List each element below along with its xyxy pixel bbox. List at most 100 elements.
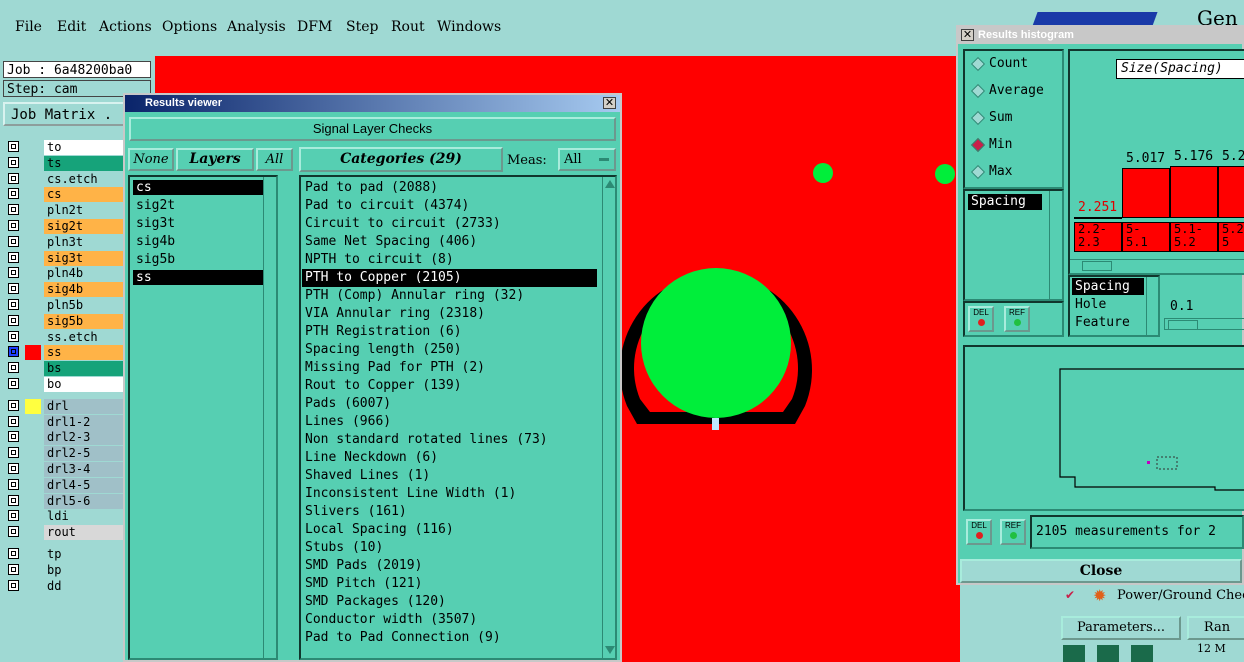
size-list-item[interactable]: Spacing	[968, 194, 1042, 210]
category-list-item[interactable]: PTH Registration (6)	[302, 323, 597, 341]
layer-row[interactable]: pln2t	[6, 203, 124, 219]
category-list-item[interactable]: VIA Annular ring (2318)	[302, 305, 597, 323]
layer-checkbox[interactable]	[8, 188, 19, 200]
category-list-item[interactable]: NPTH to circuit (8)	[302, 251, 597, 269]
layer-checkbox[interactable]	[8, 478, 19, 490]
layer-list-item[interactable]: sig3t	[133, 216, 274, 231]
menu-actions[interactable]: Actions	[99, 19, 152, 35]
category-list-item[interactable]: Pad to circuit (4374)	[302, 197, 597, 215]
category-list-item[interactable]: Missing Pad for PTH (2)	[302, 359, 597, 377]
layer-color-swatch[interactable]	[25, 298, 41, 313]
layer-row[interactable]: bs	[6, 361, 124, 377]
layer-color-swatch[interactable]	[25, 462, 41, 477]
layer-checkbox[interactable]	[8, 235, 19, 247]
category-list-item[interactable]: SMD Pitch (121)	[302, 575, 597, 593]
histogram-hscrollbar[interactable]	[1070, 259, 1244, 271]
category-list-item[interactable]: Pad to Pad Connection (9)	[302, 629, 597, 647]
layer-checkbox[interactable]	[8, 447, 19, 459]
layer-checkbox[interactable]	[8, 204, 19, 216]
layer-checkbox[interactable]	[8, 251, 19, 263]
layer-list-item[interactable]: ss	[133, 270, 274, 285]
layer-list-item[interactable]: sig5b	[133, 252, 274, 267]
category-list-item[interactable]: Stubs (10)	[302, 539, 597, 557]
layer-checkbox[interactable]	[8, 510, 19, 522]
layer-row[interactable]: to	[6, 140, 124, 155]
category-list-item[interactable]: Conductor width (3507)	[302, 611, 597, 629]
categories-scrollbar[interactable]	[602, 177, 615, 658]
category-list-item[interactable]: Same Net Spacing (406)	[302, 233, 597, 251]
layer-row[interactable]: drl5-6	[6, 493, 124, 509]
layer-checkbox[interactable]	[8, 431, 19, 443]
layer-row[interactable]: ss	[6, 345, 124, 361]
layer-color-swatch[interactable]	[25, 313, 41, 329]
radio-count[interactable]: Count	[970, 55, 1028, 73]
layer-row[interactable]: cs	[6, 187, 124, 203]
layer-row[interactable]: sig3t	[6, 250, 124, 266]
close-button[interactable]: Close	[960, 559, 1242, 583]
layer-color-swatch[interactable]	[25, 361, 41, 377]
menu-edit[interactable]: Edit	[57, 19, 86, 35]
category-list-item[interactable]: Lines (966)	[302, 413, 597, 431]
category-list-item[interactable]: Shaved Lines (1)	[302, 467, 597, 485]
layer-checkbox[interactable]	[8, 267, 19, 279]
histogram-bar[interactable]	[1218, 166, 1244, 218]
histogram-bar[interactable]	[1170, 166, 1218, 218]
layer-row[interactable]: bp	[6, 562, 124, 578]
category-list-item[interactable]: Inconsistent Line Width (1)	[302, 485, 597, 503]
layer-color-swatch[interactable]	[25, 398, 41, 414]
layer-color-swatch[interactable]	[25, 509, 41, 525]
layer-color-swatch[interactable]	[25, 493, 41, 509]
signal-layer-checks-header[interactable]: Signal Layer Checks	[129, 117, 616, 141]
layer-row[interactable]: ldi	[6, 509, 124, 525]
layer-color-swatch[interactable]	[25, 203, 41, 219]
layer-checkbox[interactable]	[8, 548, 19, 559]
layer-row[interactable]: sig4b	[6, 282, 124, 298]
layer-row[interactable]: sig5b	[6, 313, 124, 329]
layer-checkbox[interactable]	[8, 362, 19, 374]
ref-button-bottom[interactable]: REF	[1000, 519, 1026, 545]
category-list-item[interactable]: PTH (Comp) Annular ring (32)	[302, 287, 597, 305]
layer-checkbox[interactable]	[8, 579, 19, 591]
category-list-item[interactable]: Non standard rotated lines (73)	[302, 431, 597, 449]
axis-item-feature[interactable]: Feature	[1072, 314, 1130, 331]
category-list-item[interactable]: Circuit to circuit (2733)	[302, 215, 597, 233]
layer-checkbox[interactable]	[8, 220, 19, 231]
layer-row[interactable]: drl2-3	[6, 430, 124, 446]
axis-list-scrollbar[interactable]	[1146, 277, 1158, 335]
ref-button[interactable]: REF	[1004, 306, 1030, 332]
category-list-item[interactable]: Slivers (161)	[302, 503, 597, 521]
category-list-item[interactable]: Pad to pad (2088)	[302, 179, 597, 197]
category-list-item[interactable]: Local Spacing (116)	[302, 521, 597, 539]
layer-row[interactable]: tp	[6, 547, 124, 562]
layer-row[interactable]: drl1-2	[6, 414, 124, 430]
histogram-bar[interactable]	[1122, 168, 1170, 218]
layer-checkbox[interactable]	[8, 494, 19, 506]
layer-checkbox[interactable]	[8, 172, 19, 184]
del-button-bottom[interactable]: DEL	[966, 519, 992, 545]
layer-checkbox[interactable]	[8, 415, 19, 427]
layer-color-swatch[interactable]	[25, 578, 41, 594]
layer-row[interactable]: ts	[6, 155, 124, 171]
radio-min[interactable]: Min	[970, 136, 1012, 154]
scroll-up-icon[interactable]	[605, 180, 615, 188]
menu-analysis[interactable]: Analysis	[227, 19, 286, 35]
scroll-thumb[interactable]	[1082, 261, 1112, 271]
layer-color-swatch[interactable]	[25, 171, 41, 187]
layer-row[interactable]: drl	[6, 398, 124, 414]
layer-color-swatch[interactable]	[25, 345, 41, 361]
bin-width-slider[interactable]	[1164, 318, 1244, 330]
layer-row[interactable]: pln4b	[6, 266, 124, 282]
none-button[interactable]: None	[128, 148, 174, 171]
layer-checkbox[interactable]	[8, 156, 19, 168]
layer-checkbox[interactable]	[8, 346, 19, 358]
del-button[interactable]: DEL	[968, 306, 994, 332]
layer-color-swatch[interactable]	[25, 155, 41, 171]
axis-item-spacing[interactable]: Spacing	[1072, 278, 1144, 295]
category-list-item[interactable]: Pads (6007)	[302, 395, 597, 413]
layer-row[interactable]: rout	[6, 525, 124, 541]
size-list-scrollbar[interactable]	[1049, 191, 1062, 299]
layer-color-swatch[interactable]	[25, 477, 41, 493]
category-list-item[interactable]: Rout to Copper (139)	[302, 377, 597, 395]
category-list-item[interactable]: SMD Packages (120)	[302, 593, 597, 611]
layer-color-swatch[interactable]	[25, 377, 41, 392]
